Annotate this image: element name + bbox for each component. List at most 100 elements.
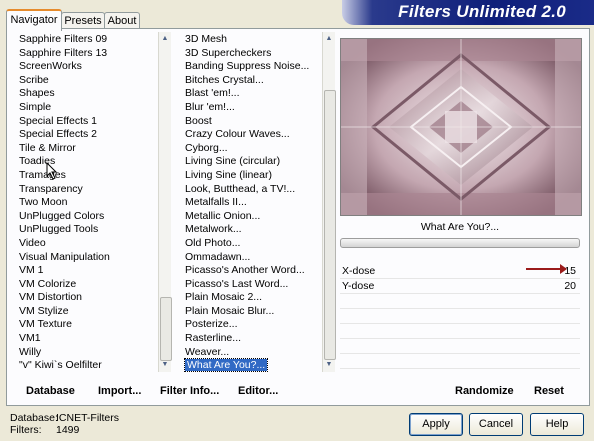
category-item-label: Scribe [19, 73, 49, 86]
filter-list-item[interactable]: 3D Mesh [183, 33, 323, 47]
filter-list-item[interactable]: Rasterline... [183, 332, 323, 346]
status-database-label: Database: [10, 412, 58, 424]
filter-list-item[interactable]: Metalwork... [183, 223, 323, 237]
category-item-label: ScreenWorks [19, 60, 82, 73]
filter-item-label: 3D Mesh [185, 33, 228, 45]
tab-about[interactable]: About [104, 12, 140, 29]
filter-scrollbar[interactable]: ▲ ▼ [322, 32, 336, 372]
category-item-label: Shapes [19, 87, 55, 100]
filter-list-item[interactable]: Picasso's Last Word... [183, 278, 323, 292]
category-scrollbar[interactable]: ▲ ▼ [158, 32, 172, 372]
preview-pattern [341, 39, 581, 215]
category-list-item[interactable]: Tramages [17, 169, 157, 183]
category-list[interactable]: Sapphire Filters 09 Sapphire Filters 13 Sc… [17, 33, 157, 373]
category-list-item[interactable]: "v" Kiwi`s Oelfilter [17, 359, 157, 373]
app-title: Filters Unlimited 2.0 [398, 2, 566, 21]
category-list-item[interactable]: Transparency [17, 183, 157, 197]
filter-item-label: Weaver... [185, 345, 230, 358]
scroll-up-icon[interactable]: ▲ [160, 34, 170, 44]
category-list-item[interactable]: Special Effects 1 [17, 115, 157, 129]
category-list-item[interactable]: UnPlugged Tools [17, 223, 157, 237]
import-button[interactable]: Import... [98, 385, 141, 397]
category-list-item[interactable]: ScreenWorks [17, 60, 157, 74]
filter-item-label: 3D Supercheckers [185, 46, 272, 59]
category-list-item[interactable]: VM Stylize [17, 305, 157, 319]
category-item-label: Visual Manipulation [19, 250, 110, 263]
category-list-item[interactable]: VM Texture [17, 318, 157, 332]
filter-list-item[interactable]: Metallic Onion... [183, 210, 323, 224]
filter-item-label: Crazy Colour Waves... [185, 128, 290, 141]
filter-list-item[interactable]: Ommadawn... [183, 251, 323, 265]
category-list-item[interactable]: Shapes [17, 87, 157, 101]
category-list-item[interactable]: Simple [17, 101, 157, 115]
filter-list-item[interactable]: Weaver... [183, 346, 323, 360]
category-list-item[interactable]: VM 1 [17, 264, 157, 278]
filter-list-item[interactable]: Crazy Colour Waves... [183, 128, 323, 142]
filter-list-item[interactable]: Posterize... [183, 318, 323, 332]
filter-list-item[interactable]: Living Sine (linear) [183, 169, 323, 183]
filter-item-label: Posterize... [185, 318, 238, 331]
category-list-item[interactable]: Visual Manipulation [17, 251, 157, 265]
filter-list-item[interactable]: Plain Mosaic Blur... [183, 305, 323, 319]
category-list-item[interactable]: Sapphire Filters 13 [17, 47, 157, 61]
scroll-thumb[interactable] [160, 297, 172, 361]
scroll-down-icon[interactable]: ▼ [160, 360, 170, 370]
filter-list-item[interactable]: Blur 'em!... [183, 101, 323, 115]
filter-item-label: Living Sine (circular) [185, 155, 281, 168]
filter-list-item[interactable]: Boost [183, 115, 323, 129]
filter-item-label: Picasso's Another Word... [185, 264, 305, 277]
category-list-item[interactable]: Sapphire Filters 09 [17, 33, 157, 47]
category-list-item[interactable]: Tile & Mirror [17, 142, 157, 156]
filter-list-item[interactable]: Banding Suppress Noise... [183, 60, 323, 74]
category-list-item[interactable]: Willy [17, 346, 157, 360]
filter-list-item[interactable]: Living Sine (circular) [183, 155, 323, 169]
filter-list-item[interactable]: Plain Mosaic 2... [183, 291, 323, 305]
param-row-empty [340, 354, 580, 369]
progress-bar [340, 238, 580, 248]
filter-list-item[interactable]: Blast 'em!... [183, 87, 323, 101]
filter-list-item[interactable]: Picasso's Another Word... [183, 264, 323, 278]
category-list-item[interactable]: Special Effects 2 [17, 128, 157, 142]
category-list-item[interactable]: VM1 [17, 332, 157, 346]
reset-button[interactable]: Reset [534, 385, 564, 397]
filter-item-label: Cyborg... [185, 141, 228, 154]
filter-item-label: Banding Suppress Noise... [185, 60, 310, 73]
category-list-item[interactable]: Two Moon [17, 196, 157, 210]
scroll-up-icon[interactable]: ▲ [324, 34, 334, 44]
filter-list-item[interactable]: Metalfalls II... [183, 196, 323, 210]
database-button[interactable]: Database [26, 385, 75, 397]
category-list-item[interactable]: Scribe [17, 74, 157, 88]
param-row-empty [340, 324, 580, 339]
randomize-button[interactable]: Randomize [455, 385, 514, 397]
filter-list-item[interactable]: What Are You?... [183, 358, 323, 373]
scroll-down-icon[interactable]: ▼ [324, 360, 334, 370]
filter-item-label: Bitches Crystal... [185, 73, 264, 86]
category-list-item[interactable]: VM Distortion [17, 291, 157, 305]
category-list-item[interactable]: UnPlugged Colors [17, 210, 157, 224]
scroll-thumb[interactable] [324, 90, 336, 360]
cancel-button[interactable]: Cancel [469, 413, 523, 436]
category-item-label: UnPlugged Tools [19, 223, 99, 236]
filter-list-item[interactable]: Cyborg... [183, 142, 323, 156]
category-item-label: "v" Kiwi`s Oelfilter [19, 359, 102, 372]
category-list-item[interactable]: Toadies [17, 155, 157, 169]
editor-button[interactable]: Editor... [238, 385, 278, 397]
apply-button[interactable]: Apply [409, 413, 463, 436]
filter-item-label: Rasterline... [185, 332, 242, 345]
filter-info-button[interactable]: Filter Info... [160, 385, 219, 397]
category-item-label: Sapphire Filters 09 [19, 33, 108, 45]
filter-list-item[interactable]: Bitches Crystal... [183, 74, 323, 88]
filter-list-item[interactable]: Look, Butthead, a TV!... [183, 183, 323, 197]
help-button[interactable]: Help [530, 413, 584, 436]
param-row-empty [340, 309, 580, 324]
tab-navigator[interactable]: Navigator [6, 9, 62, 31]
param-value: 20 [564, 280, 576, 292]
filter-list-item[interactable]: 3D Supercheckers [183, 47, 323, 61]
filter-list-item[interactable]: Old Photo... [183, 237, 323, 251]
category-list-item[interactable]: Video [17, 237, 157, 251]
category-item-label: Special Effects 1 [19, 114, 98, 127]
category-list-item[interactable]: VM Colorize [17, 278, 157, 292]
filter-list[interactable]: 3D Mesh 3D Supercheckers Banding Suppress … [183, 33, 323, 373]
param-row-y[interactable]: Y-dose 20 [340, 279, 580, 294]
tab-presets[interactable]: Presets [61, 12, 105, 29]
